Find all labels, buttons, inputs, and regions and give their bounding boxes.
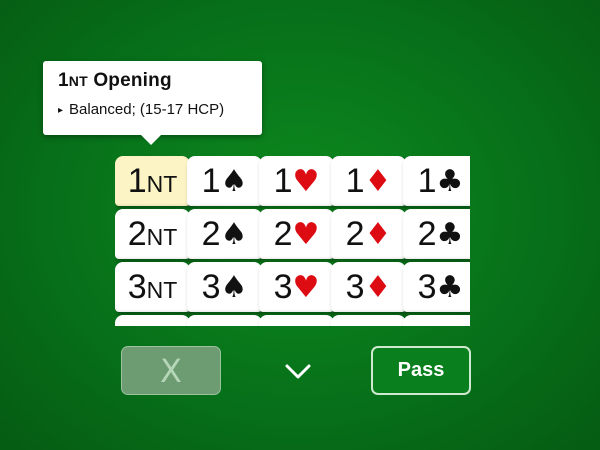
club-icon: ♣	[436, 216, 464, 252]
bid-level: 2	[127, 214, 147, 253]
tooltip-level: 1	[58, 70, 69, 91]
bid-3-nt-button[interactable]: 3 NT	[115, 262, 190, 312]
bid-level: 1	[201, 161, 221, 200]
tooltip-title-rest: Opening	[87, 70, 172, 91]
bid-level: 2	[417, 214, 437, 253]
bid-level: 1	[127, 161, 147, 200]
bid-3-hearts-button[interactable]: 3 ♥	[259, 262, 334, 312]
heart-icon: ♥	[292, 269, 320, 305]
bullet-icon: ▸	[58, 105, 64, 116]
double-button[interactable]: X	[121, 346, 221, 395]
bid-1-clubs-button[interactable]: 1 ♣	[403, 156, 470, 206]
bid-1-nt-button[interactable]: 1 NT	[115, 156, 190, 206]
bid-strain-nt: NT	[146, 223, 178, 250]
bid-strain-nt: NT	[146, 276, 178, 303]
bid-cell-partial[interactable]	[403, 315, 470, 326]
spade-icon: ♠	[220, 269, 248, 305]
heart-icon: ♥	[292, 216, 320, 252]
bid-level: 3	[201, 267, 221, 306]
pass-button[interactable]: Pass	[371, 346, 471, 395]
bid-cell-partial[interactable]	[259, 315, 334, 326]
diamond-icon: ♦	[364, 216, 392, 252]
bid-3-clubs-button[interactable]: 3 ♣	[403, 262, 470, 312]
bid-level: 2	[345, 214, 365, 253]
tooltip-title: 1NT Opening	[58, 70, 172, 92]
bid-level: 3	[273, 267, 293, 306]
bid-cell-partial[interactable]	[187, 315, 262, 326]
bid-3-diamonds-button[interactable]: 3 ♦	[331, 262, 406, 312]
chevron-down-icon[interactable]	[284, 362, 312, 382]
bid-level: 1	[273, 161, 293, 200]
bid-2-hearts-button[interactable]: 2 ♥	[259, 209, 334, 259]
bid-2-clubs-button[interactable]: 2 ♣	[403, 209, 470, 259]
diamond-icon: ♦	[364, 163, 392, 199]
club-icon: ♣	[436, 269, 464, 305]
bid-2-diamonds-button[interactable]: 2 ♦	[331, 209, 406, 259]
tooltip-strain: NT	[68, 73, 88, 89]
bid-1-diamonds-button[interactable]: 1 ♦	[331, 156, 406, 206]
spade-icon: ♠	[220, 216, 248, 252]
bid-2-spades-button[interactable]: 2 ♠	[187, 209, 262, 259]
bid-cell-partial[interactable]	[331, 315, 406, 326]
bid-level: 3	[345, 267, 365, 306]
tooltip-description-line: ▸ Balanced; (15-17 HCP)	[58, 101, 224, 118]
bidding-box: 1 NT 1 ♠ 1 ♥ 1 ♦ 1 ♣ 2 NT 2 ♠ 2 ♥ 2 ♦ 2 ♣ 3 NT 3 ♠ 3 ♥ 3 ♦ 3 ♣	[115, 156, 470, 326]
bid-level: 3	[417, 267, 437, 306]
bid-strain-nt: NT	[146, 170, 178, 197]
bid-level: 2	[201, 214, 221, 253]
bid-cell-partial[interactable]	[115, 315, 190, 326]
club-icon: ♣	[436, 163, 464, 199]
bid-tooltip: 1NT Opening ▸ Balanced; (15-17 HCP)	[43, 61, 262, 145]
tooltip-description: Balanced; (15-17 HCP)	[69, 101, 225, 118]
heart-icon: ♥	[292, 163, 320, 199]
spade-icon: ♠	[220, 163, 248, 199]
bid-2-nt-button[interactable]: 2 NT	[115, 209, 190, 259]
bid-level: 3	[127, 267, 147, 306]
bid-level: 1	[417, 161, 437, 200]
bid-level: 1	[345, 161, 365, 200]
bid-3-spades-button[interactable]: 3 ♠	[187, 262, 262, 312]
diamond-icon: ♦	[364, 269, 392, 305]
bid-level: 2	[273, 214, 293, 253]
bid-1-spades-button[interactable]: 1 ♠	[187, 156, 262, 206]
bid-1-hearts-button[interactable]: 1 ♥	[259, 156, 334, 206]
